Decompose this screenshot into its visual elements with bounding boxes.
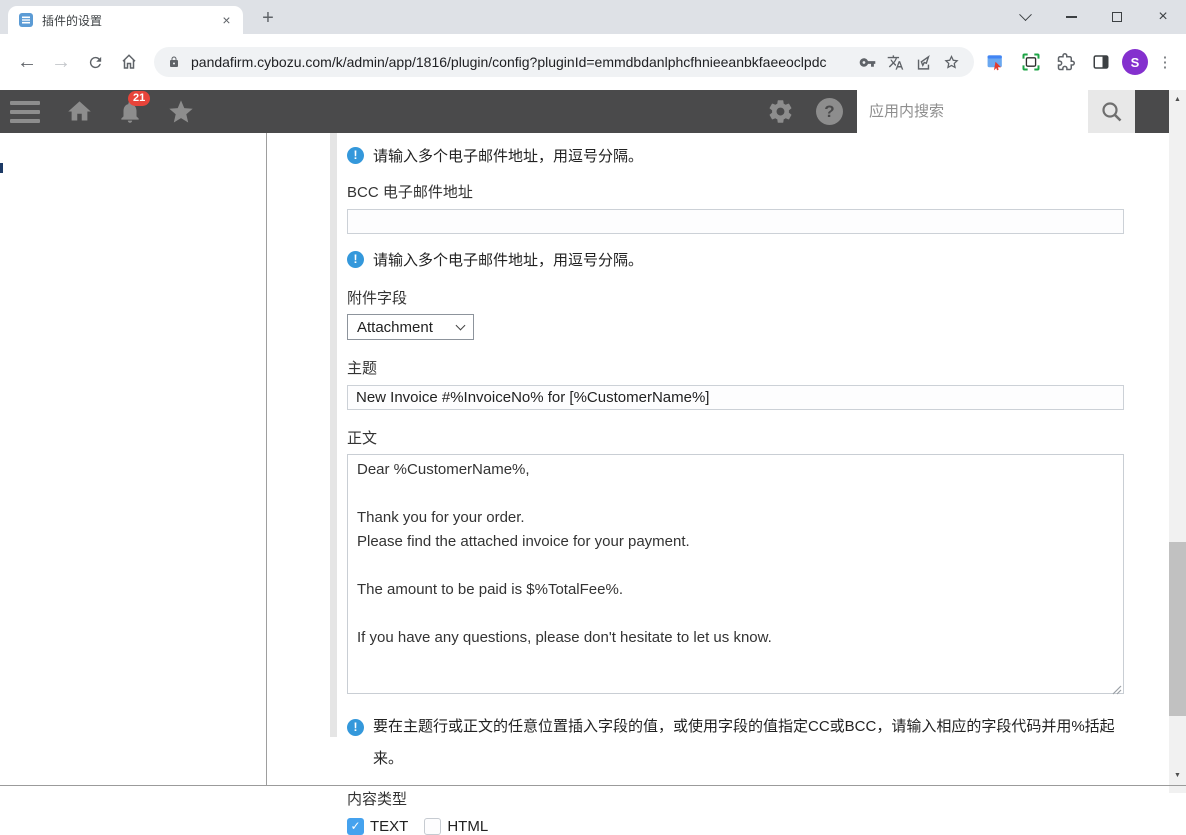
close-icon: × xyxy=(1158,8,1168,25)
app-header: 21 ? xyxy=(0,90,1169,133)
window-controls: × xyxy=(1002,0,1186,34)
back-button[interactable]: ← xyxy=(10,45,44,79)
chevron-down-icon xyxy=(1018,7,1032,21)
lock-icon xyxy=(168,55,180,69)
html-checkbox[interactable] xyxy=(424,818,442,835)
html-checkbox-label: HTML xyxy=(447,818,489,835)
gear-icon xyxy=(769,100,792,123)
app-search-button[interactable] xyxy=(1088,90,1135,133)
attachment-select[interactable]: Attachment xyxy=(347,314,474,340)
bcc-info-text-2: 请输入多个电子邮件地址，用逗号分隔。 xyxy=(373,252,644,269)
browser-menu-button[interactable]: ⋮ xyxy=(1156,53,1174,71)
plugin-config-form: ! 请输入多个电子邮件地址，用逗号分隔。 BCC 电子邮件地址 ! 请输入多个电… xyxy=(347,133,1124,835)
bcc-input[interactable] xyxy=(347,209,1124,234)
extensions-puzzle-icon[interactable] xyxy=(1052,49,1079,76)
maximize-icon xyxy=(1112,12,1122,22)
favorites-button[interactable] xyxy=(167,98,195,126)
password-key-icon[interactable] xyxy=(859,54,876,71)
omnibox[interactable]: pandafirm.cybozu.com/k/admin/app/1816/pl… xyxy=(154,47,974,77)
info-icon: ! xyxy=(347,251,364,268)
translate-icon[interactable] xyxy=(887,54,904,71)
browser-titlebar: 插件的设置 × + × xyxy=(0,0,1186,34)
body-textarea-wrap: Dear %CustomerName%, Thank you for your … xyxy=(347,454,1124,699)
home-filled-icon xyxy=(68,101,91,121)
reload-button[interactable] xyxy=(78,45,112,79)
browser-toolbar: ← → pandafirm.cybozu.com/k/admin/app/181… xyxy=(0,34,1186,90)
scroll-down-icon[interactable]: ▼ xyxy=(1169,767,1186,784)
reload-icon xyxy=(89,56,101,68)
bcc-info-note-2: ! 请输入多个电子邮件地址，用逗号分隔。 xyxy=(347,249,1124,270)
portal-home-button[interactable] xyxy=(66,98,93,125)
settings-button[interactable] xyxy=(767,98,794,125)
tab-close-icon[interactable]: × xyxy=(218,12,235,29)
app-search-input[interactable] xyxy=(857,90,1088,133)
body-textarea[interactable]: Dear %CustomerName%, Thank you for your … xyxy=(347,454,1124,694)
bcc-info-note: ! 请输入多个电子邮件地址，用逗号分隔。 xyxy=(347,145,1124,166)
search-icon xyxy=(1101,101,1121,121)
plugin-config-page: ! 请输入多个电子邮件地址，用逗号分隔。 BCC 电子邮件地址 ! 请输入多个电… xyxy=(0,133,1186,835)
bookmark-star-icon[interactable] xyxy=(943,54,960,71)
capture-extension-icon[interactable] xyxy=(1017,49,1044,76)
notification-badge: 21 xyxy=(128,90,151,106)
fieldcode-info-note: ! 要在主题行或正文的任意位置插入字段的值，或使用字段的值指定CC或BCC，请输… xyxy=(347,711,1124,775)
subject-field-label: 主题 xyxy=(347,360,378,377)
subject-input[interactable] xyxy=(347,385,1124,410)
profile-avatar[interactable]: S xyxy=(1122,49,1148,75)
notifications-button[interactable]: 21 xyxy=(117,90,151,125)
window-bottom-edge xyxy=(0,785,1186,786)
tab-search-button[interactable] xyxy=(1002,0,1048,34)
scroll-up-icon[interactable]: ▲ xyxy=(1169,91,1186,108)
attachment-select-value: Attachment xyxy=(357,318,433,336)
bcc-info-text: 请输入多个电子邮件地址，用逗号分隔。 xyxy=(373,148,644,165)
chevron-down-icon xyxy=(455,320,466,331)
attachment-field-label: 附件字段 xyxy=(347,290,408,307)
scrollbar-thumb[interactable] xyxy=(1169,542,1186,716)
page-scrollbar[interactable]: ▲ ▼ xyxy=(1169,90,1186,793)
content-type-label: 内容类型 xyxy=(347,791,408,808)
home-button[interactable] xyxy=(112,45,146,79)
tab-title: 插件的设置 xyxy=(42,13,103,28)
share-icon[interactable] xyxy=(915,54,932,71)
forward-button: → xyxy=(51,50,71,73)
sidebar-divider xyxy=(266,133,267,785)
tab-favicon-icon xyxy=(18,12,34,28)
fieldcode-info-text: 要在主题行或正文的任意位置插入字段的值，或使用字段的值指定CC或BCC，请输入相… xyxy=(373,718,1115,767)
body-field-label: 正文 xyxy=(347,430,378,447)
hamburger-menu-button[interactable] xyxy=(10,100,40,123)
text-checkbox-label: TEXT xyxy=(370,818,409,835)
resize-handle-icon[interactable] xyxy=(1112,685,1122,695)
content-type-options: ✓ TEXT HTML xyxy=(347,818,1124,835)
screenshot-extension-icon[interactable] xyxy=(982,49,1009,76)
side-panel-icon[interactable] xyxy=(1087,49,1114,76)
close-button[interactable]: × xyxy=(1140,0,1186,34)
url-text[interactable]: pandafirm.cybozu.com/k/admin/app/1816/pl… xyxy=(191,54,848,70)
star-icon xyxy=(169,99,193,122)
minimize-button[interactable] xyxy=(1048,0,1094,34)
extensions-area: S ⋮ xyxy=(982,49,1174,76)
new-tab-button[interactable]: + xyxy=(254,5,282,33)
browser-tab[interactable]: 插件的设置 × xyxy=(8,6,243,34)
home-icon xyxy=(122,54,136,69)
info-icon: ! xyxy=(347,147,364,164)
content-left-strip xyxy=(330,133,337,737)
sidebar-selection-marker xyxy=(0,163,3,173)
help-button[interactable]: ? xyxy=(816,98,843,125)
text-checkbox[interactable]: ✓ xyxy=(347,818,364,835)
bcc-field-label: BCC 电子邮件地址 xyxy=(347,184,473,201)
info-icon: ! xyxy=(347,719,364,736)
maximize-button[interactable] xyxy=(1094,0,1140,34)
minimize-icon xyxy=(1065,16,1077,18)
